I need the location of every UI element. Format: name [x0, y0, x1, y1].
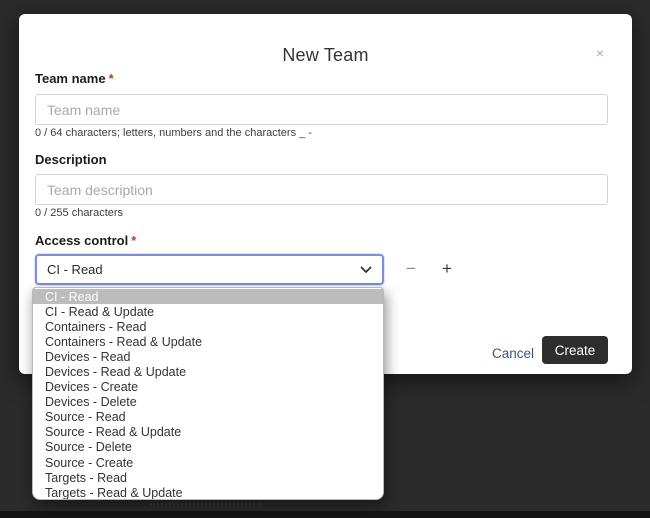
dropdown-option[interactable]: Targets - Read — [33, 470, 383, 485]
dropdown-option[interactable]: CI - Read & Update — [33, 304, 383, 319]
access-control-label: Access control* — [35, 233, 136, 248]
remove-access-control-button[interactable]: − — [400, 261, 422, 279]
dropdown-option[interactable]: Devices - Read & Update — [33, 364, 383, 379]
description-input[interactable] — [35, 174, 608, 205]
create-button[interactable]: Create — [542, 336, 608, 364]
access-control-label-text: Access control — [35, 233, 128, 248]
close-icon[interactable]: × — [596, 46, 604, 60]
access-control-dropdown-list: CI - ReadCI - Read & UpdateContainers - … — [32, 287, 384, 500]
plus-icon: + — [442, 259, 452, 278]
dropdown-option[interactable]: Devices - Read — [33, 349, 383, 364]
dialog-title: New Team — [19, 45, 632, 66]
required-asterisk: * — [131, 233, 136, 248]
dropdown-option[interactable]: Containers - Read & Update — [33, 334, 383, 349]
team-name-input[interactable] — [35, 94, 608, 125]
description-label: Description — [35, 152, 107, 167]
dropdown-option[interactable]: Source - Read — [33, 410, 383, 425]
background-dotted-line — [150, 503, 262, 505]
access-control-selected-value: CI - Read — [47, 262, 103, 277]
required-asterisk: * — [109, 71, 114, 86]
dropdown-option[interactable]: Targets - Read & Update — [33, 485, 383, 500]
dropdown-option[interactable]: Devices - Delete — [33, 395, 383, 410]
page-backdrop: { "modal": { "title": "New Team", "close… — [0, 0, 650, 518]
dropdown-option[interactable]: Containers - Read — [33, 319, 383, 334]
dropdown-option[interactable]: Devices - Create — [33, 380, 383, 395]
dropdown-option[interactable]: Source - Read & Update — [33, 425, 383, 440]
team-name-label: Team name* — [35, 71, 114, 86]
access-control-select[interactable]: CI - Read — [35, 254, 384, 285]
background-bottom-strip — [0, 511, 650, 518]
dropdown-option[interactable]: Source - Delete — [33, 440, 383, 455]
description-label-text: Description — [35, 152, 107, 167]
chevron-down-icon — [360, 266, 372, 274]
dropdown-option[interactable]: Source - Create — [33, 455, 383, 470]
description-helper: 0 / 255 characters — [35, 207, 123, 219]
add-access-control-button[interactable]: + — [436, 261, 458, 279]
cancel-button[interactable]: Cancel — [485, 343, 541, 363]
team-name-helper: 0 / 64 characters; letters, numbers and … — [35, 127, 312, 139]
team-name-label-text: Team name — [35, 71, 106, 86]
minus-icon: − — [406, 259, 416, 278]
dropdown-option[interactable]: CI - Read — [33, 289, 383, 304]
